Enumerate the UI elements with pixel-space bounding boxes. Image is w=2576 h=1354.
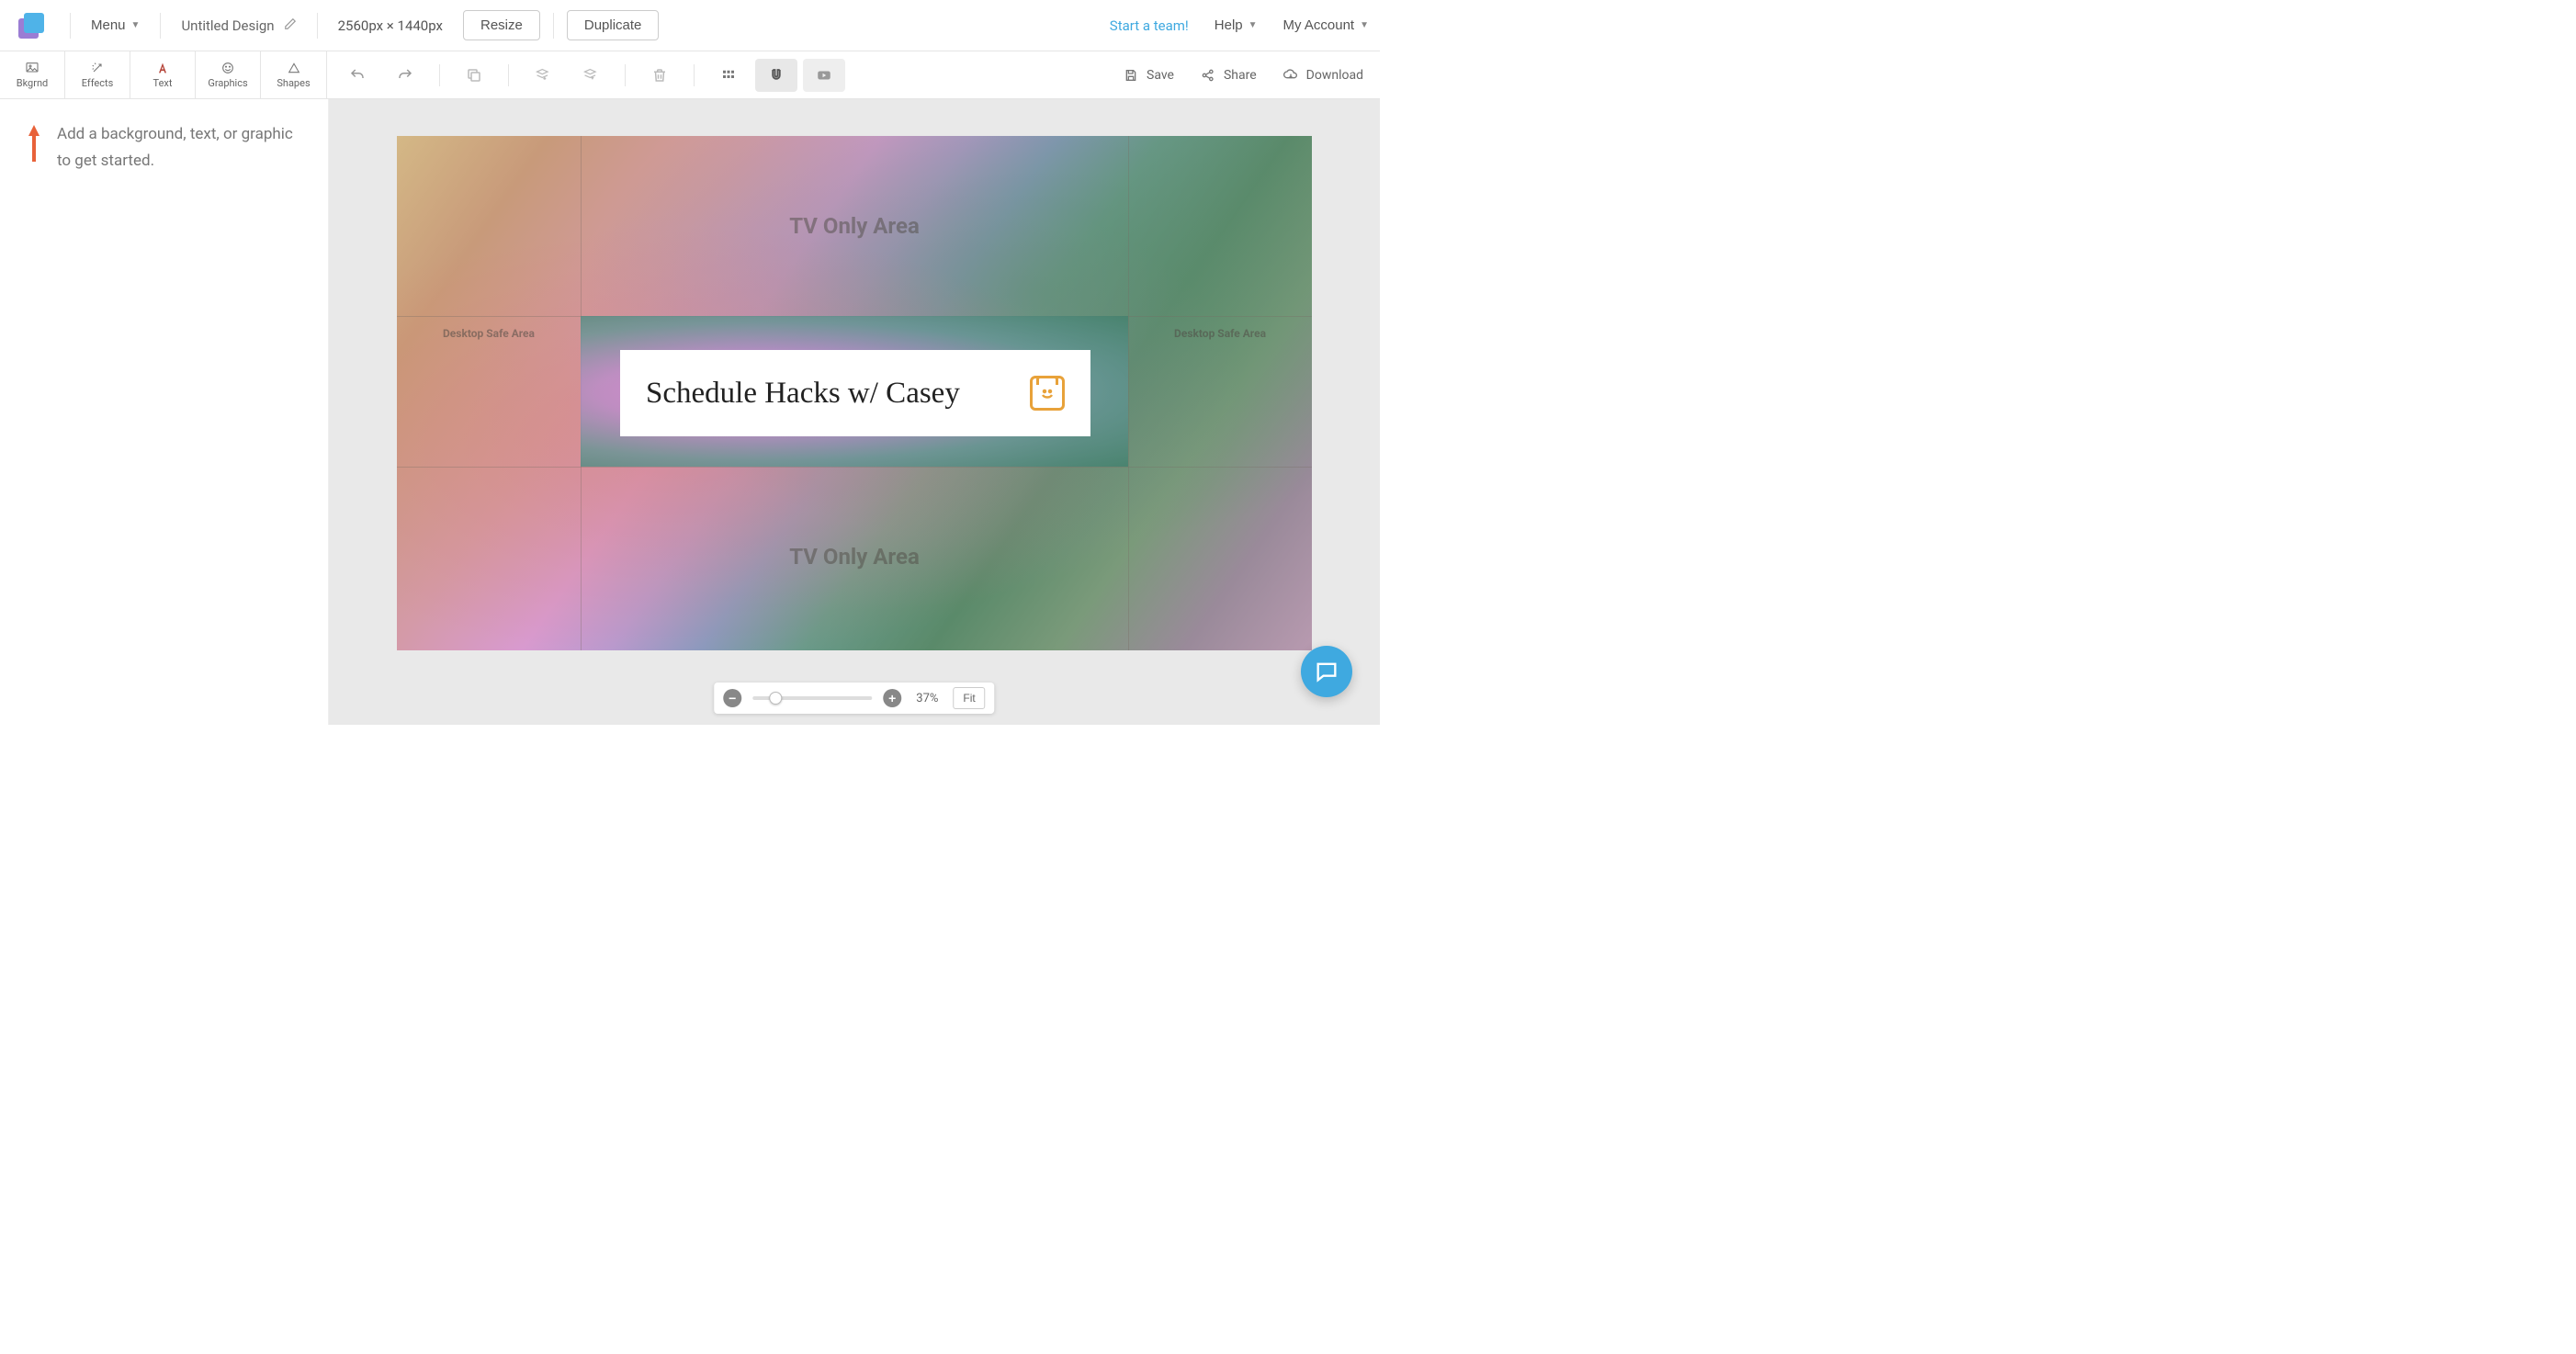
- help-chat-button[interactable]: [1301, 646, 1352, 697]
- tab-label: Text: [153, 77, 173, 89]
- design-title: Untitled Design: [181, 17, 274, 34]
- divider: [553, 13, 554, 39]
- divider: [625, 64, 626, 86]
- divider: [160, 13, 161, 39]
- account-dropdown[interactable]: My Account ▼: [1283, 17, 1369, 33]
- youtube-icon: [816, 67, 832, 84]
- tab-effects[interactable]: Effects: [65, 51, 130, 98]
- share-icon: [1200, 68, 1216, 83]
- chat-icon: [1314, 659, 1339, 684]
- tab-label: Graphics: [208, 77, 247, 89]
- magnet-icon: [768, 67, 785, 84]
- duplicate-button[interactable]: Duplicate: [567, 10, 660, 40]
- artboard[interactable]: TV Only Area TV Only Area Desktop Safe A…: [397, 136, 1312, 650]
- text-icon: [154, 61, 171, 75]
- getting-started-hint: Add a background, text, or graphic to ge…: [18, 121, 310, 175]
- undo-icon: [349, 67, 366, 84]
- tv-zone-label-bottom: TV Only Area: [789, 544, 920, 570]
- smiley-icon: [220, 61, 236, 75]
- grid-button[interactable]: [707, 59, 750, 92]
- desktop-safe-label-left: Desktop Safe Area: [443, 327, 535, 340]
- layer-up-button[interactable]: [570, 59, 612, 92]
- menu-label: Menu: [91, 17, 126, 33]
- guide-line: [1128, 136, 1129, 650]
- layers-up-icon: [582, 67, 599, 84]
- save-icon: [1123, 68, 1139, 83]
- youtube-guides-button[interactable]: [803, 59, 845, 92]
- app-logo-icon[interactable]: [18, 13, 44, 39]
- help-label: Help: [1215, 17, 1243, 33]
- grid-icon: [720, 67, 737, 84]
- zoom-in-button[interactable]: +: [883, 689, 901, 707]
- share-label: Share: [1224, 68, 1257, 83]
- copy-button[interactable]: [453, 59, 495, 92]
- tab-label: Bkgrnd: [17, 77, 49, 89]
- design-title-group[interactable]: Untitled Design: [174, 17, 303, 34]
- tab-background[interactable]: Bkgrnd: [0, 51, 65, 98]
- guide-line: [397, 467, 1312, 468]
- chevron-down-icon: ▼: [1360, 20, 1369, 30]
- chevron-down-icon: ▼: [131, 20, 141, 30]
- divider: [439, 64, 440, 86]
- chevron-down-icon: ▼: [1248, 20, 1258, 30]
- title-card[interactable]: Schedule Hacks w/ Casey: [620, 350, 1090, 436]
- download-label: Download: [1306, 68, 1363, 83]
- download-button[interactable]: Download: [1282, 68, 1363, 83]
- tool-tabs: Bkgrnd Effects Text Graphics Shapes: [0, 51, 327, 98]
- top-header: Menu ▼ Untitled Design 2560px × 1440px R…: [0, 0, 1380, 51]
- save-label: Save: [1147, 68, 1174, 83]
- help-dropdown[interactable]: Help ▼: [1215, 17, 1258, 33]
- image-icon: [24, 61, 40, 75]
- download-icon: [1282, 68, 1299, 83]
- desktop-safe-label-right: Desktop Safe Area: [1174, 327, 1266, 340]
- tab-shapes[interactable]: Shapes: [261, 51, 326, 98]
- wand-icon: [89, 61, 106, 75]
- delete-button[interactable]: [638, 59, 681, 92]
- canvas-dimensions: 2560px × 1440px: [331, 17, 450, 34]
- title-text: Schedule Hacks w/ Casey: [646, 377, 960, 411]
- zoom-percent: 37%: [916, 692, 938, 705]
- divider: [70, 13, 71, 39]
- redo-button[interactable]: [384, 59, 426, 92]
- canvas-area[interactable]: TV Only Area TV Only Area Desktop Safe A…: [329, 99, 1380, 725]
- copy-icon: [466, 67, 482, 84]
- layers-down-icon: [535, 67, 551, 84]
- divider: [694, 64, 695, 86]
- arrow-up-icon: [28, 125, 40, 165]
- hint-text: Add a background, text, or graphic to ge…: [57, 121, 310, 175]
- triangle-icon: [286, 61, 302, 75]
- divider: [508, 64, 509, 86]
- main: Add a background, text, or graphic to ge…: [0, 99, 1380, 725]
- slider-thumb[interactable]: [769, 692, 782, 705]
- left-panel: Add a background, text, or graphic to ge…: [0, 99, 329, 725]
- redo-icon: [397, 67, 413, 84]
- zoom-slider[interactable]: [752, 696, 872, 700]
- start-team-link[interactable]: Start a team!: [1110, 17, 1189, 34]
- zoom-out-button[interactable]: −: [723, 689, 741, 707]
- divider: [317, 13, 318, 39]
- snap-button[interactable]: [755, 59, 797, 92]
- layer-down-button[interactable]: [522, 59, 564, 92]
- resize-button[interactable]: Resize: [463, 10, 540, 40]
- undo-button[interactable]: [336, 59, 378, 92]
- account-label: My Account: [1283, 17, 1355, 33]
- menu-dropdown[interactable]: Menu ▼: [84, 12, 147, 39]
- save-button[interactable]: Save: [1123, 68, 1174, 83]
- pencil-icon: [284, 17, 297, 34]
- browser-smiley-icon: [1030, 376, 1065, 411]
- trash-icon: [651, 67, 668, 84]
- tab-graphics[interactable]: Graphics: [196, 51, 261, 98]
- share-button[interactable]: Share: [1200, 68, 1257, 83]
- zoom-bar: − + 37% Fit: [714, 683, 994, 714]
- fit-button[interactable]: Fit: [953, 687, 985, 709]
- tool-actions: [327, 51, 854, 98]
- right-actions: Save Share Download: [854, 51, 1380, 98]
- toolbar: Bkgrnd Effects Text Graphics Shapes: [0, 51, 1380, 99]
- tab-text[interactable]: Text: [130, 51, 196, 98]
- tab-label: Effects: [82, 77, 114, 89]
- tv-zone-label-top: TV Only Area: [789, 213, 920, 239]
- tab-label: Shapes: [277, 77, 310, 89]
